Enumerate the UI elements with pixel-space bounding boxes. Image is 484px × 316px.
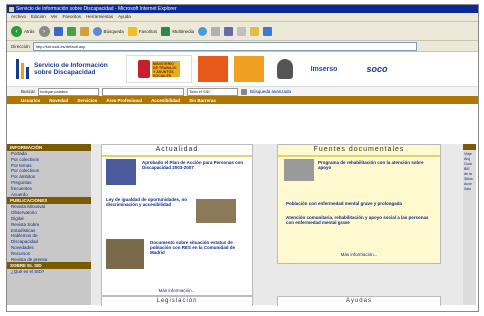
history-icon[interactable] [198,26,208,36]
folder-icon[interactable] [250,26,260,36]
logo-line-2: sobre Discapacidad [34,69,96,76]
fuentes-item-2[interactable]: Población con enfermedad mental grave y … [286,201,434,206]
page-body: INFORMACIÓN Portada Por colectivos Por t… [7,144,476,306]
university-shield-icon [277,59,293,79]
sid-logo-icon [15,57,31,81]
edit-icon[interactable] [237,26,247,36]
title-bar: Servicio de Información sobre Discapacid… [7,5,478,13]
search-label: Búsqueda [103,28,124,34]
search-button[interactable]: Búsqueda [92,26,124,36]
print-icon[interactable] [224,26,234,36]
nav-sin-barreras[interactable]: Sin Barreras [189,98,216,103]
search-label: Buscar [21,89,36,94]
ministerio-text: MINISTERIO DE TRABAJO Y ASUNTOS SOCIALES [152,61,180,78]
refresh-icon[interactable] [66,26,76,36]
legislacion-panel: Legislación [101,296,253,306]
actualidad-title: Actualidad [102,145,252,157]
forward-arrow-icon[interactable]: › [38,25,50,37]
ayudas-title: Ayudas [278,297,440,305]
menu-ayuda[interactable]: Ayuda [118,13,131,21]
right-sidebar: Viaje Aloj Guía BIE de la Sitios Acce Sa… [463,144,476,305]
actualidad-item-2[interactable]: Ley de igualdad de oportunidades, no dis… [106,197,188,207]
favorites-button[interactable]: Favoritos [127,26,158,36]
site-banner: Servicio de Información sobre Discapacid… [7,52,478,87]
legislacion-title: Legislación [102,297,252,305]
partner-logo-orange[interactable] [234,56,264,82]
ayudas-panel: Ayudas [277,296,441,306]
right-line[interactable]: Salu [463,187,476,192]
soco-text: soco [366,64,388,74]
fuentes-item-3[interactable]: Atención comunitaria, rehabilitación y a… [286,215,434,225]
nav-servicios[interactable]: Servicios [77,98,97,103]
soco-logo[interactable]: soco [348,56,406,82]
sidebar-item[interactable]: ¿Qué es el SID? [7,269,91,275]
main-content: Actualidad Aprobado el Plan de Acción pa… [101,144,441,306]
address-label: Dirección [11,43,30,49]
sidebar-head-sobre-sid: SOBRE EL SID [7,262,91,270]
stop-icon[interactable] [53,26,63,36]
menu-ver[interactable]: Ver [51,13,58,21]
menu-favoritos[interactable]: Favoritos [63,13,82,21]
coat-of-arms-icon [138,60,150,78]
right-head [463,144,476,150]
favorites-label: Favoritos [138,28,158,34]
toolbar: ‹ Atrás › Búsqueda Favoritos Multimedia [7,22,478,41]
menu-bar: Archivo Edición Ver Favoritos Herramient… [7,13,478,22]
documento-image[interactable] [106,239,144,269]
actualidad-more-link[interactable]: Más información... [102,288,252,293]
site-search: Buscar Indique palabra Todo el SID Búsqu… [7,87,478,96]
address-input[interactable]: http://sid.usal.es/default.asp [32,41,417,51]
address-bar: Dirección http://sid.usal.es/default.asp [7,41,478,52]
home-icon[interactable] [79,26,89,36]
keyword-input-2[interactable] [102,87,185,96]
back-label: Atrás [24,28,35,34]
menu-herramientas[interactable]: Herramientas [86,13,113,21]
window-title: Servicio de Información sobre Discapacid… [16,6,177,12]
menu-archivo[interactable]: Archivo [11,13,26,21]
media-icon [161,26,171,36]
sidebar-head-informacion: INFORMACIÓN [7,144,91,151]
menu-edicion[interactable]: Edición [31,13,46,21]
left-sidebar: INFORMACIÓN Portada Por colectivos Por t… [7,144,91,305]
keyword-input[interactable]: Indique palabra [38,87,100,96]
ie-logo-icon [9,6,14,12]
logo-line-1: Servicio de Información [34,62,108,69]
multimedia-label: Multimedia [172,28,195,34]
actualidad-item-3[interactable]: Documento sobre situación estatus de pob… [150,240,248,256]
nav-accesibilidad[interactable]: Accesibilidad [151,98,180,103]
ley-igualdad-image[interactable] [196,199,236,223]
fuentes-title: Fuentes documentales [278,145,440,157]
imserso-logo[interactable]: Imserso [306,56,342,82]
mail-icon[interactable] [211,26,221,36]
sid-logo[interactable]: Servicio de Información sobre Discapacid… [15,57,120,81]
partner-logo-red[interactable] [198,56,228,82]
plan-accion-image[interactable] [106,159,136,185]
ministerio-logo[interactable]: MINISTERIO DE TRABAJO Y ASUNTOS SOCIALES [126,55,192,83]
fuentes-panel: Fuentes documentales Programa de rehabil… [277,144,441,264]
advanced-search-link[interactable]: Búsqueda avanzada [250,89,291,94]
actualidad-item-1[interactable]: Aprobado el Plan de Acción para Personas… [142,160,246,170]
star-icon [127,26,137,36]
university-logo[interactable] [270,56,300,82]
fuentes-image[interactable] [284,159,314,181]
go-icon[interactable] [241,88,248,95]
nav-usuarios[interactable]: Usuarios [21,98,40,103]
nav-area-profesional[interactable]: Área Profesional [106,98,142,103]
scope-select[interactable]: Todo el SID [187,87,239,96]
back-button[interactable]: ‹ Atrás [11,25,35,37]
fuentes-more-link[interactable]: Más información... [278,252,440,257]
nav-novedad[interactable]: Novedad [49,98,68,103]
fuentes-item-1[interactable]: Programa de rehabilitación con la atenci… [318,160,428,170]
actualidad-panel: Actualidad Aprobado el Plan de Acción pa… [101,144,253,296]
messenger-icon[interactable] [263,26,273,36]
multimedia-button[interactable]: Multimedia [161,26,195,36]
search-icon [92,26,102,36]
main-nav: Usuarios Novedad Servicios Área Profesio… [7,96,478,104]
sidebar-head-publicaciones: PUBLICACIONES [7,197,91,205]
back-arrow-icon: ‹ [11,25,22,37]
imserso-text: Imserso [310,65,338,73]
